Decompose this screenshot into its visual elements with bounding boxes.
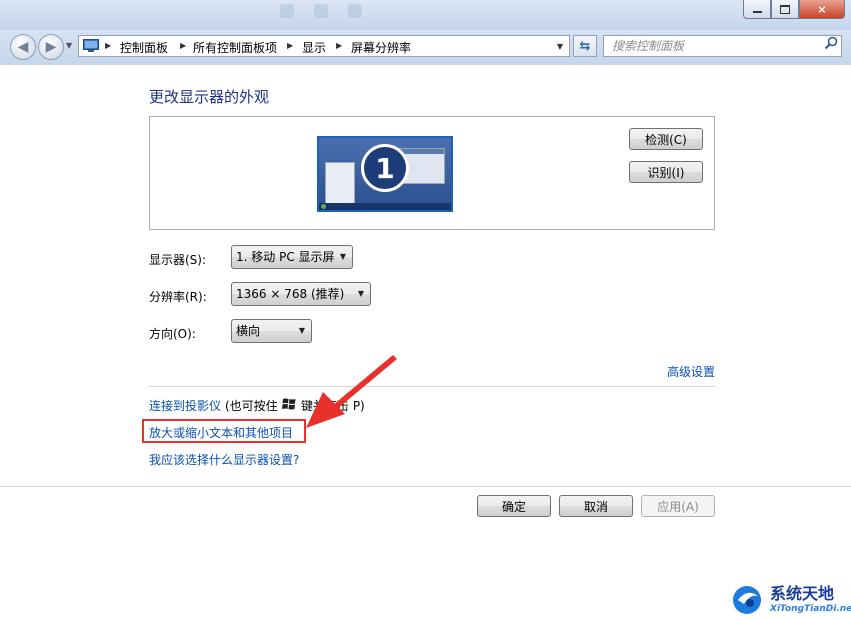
footer-divider	[0, 486, 851, 487]
watermark-url: XiTongTianDi.net	[770, 604, 851, 614]
apply-button[interactable]: 应用(A)	[641, 495, 715, 517]
watermark-name: 系统天地	[770, 584, 835, 603]
cancel-button[interactable]: 取消	[559, 495, 633, 517]
red-arrow-annotation	[306, 355, 397, 428]
ok-button[interactable]: 确定	[477, 495, 551, 517]
